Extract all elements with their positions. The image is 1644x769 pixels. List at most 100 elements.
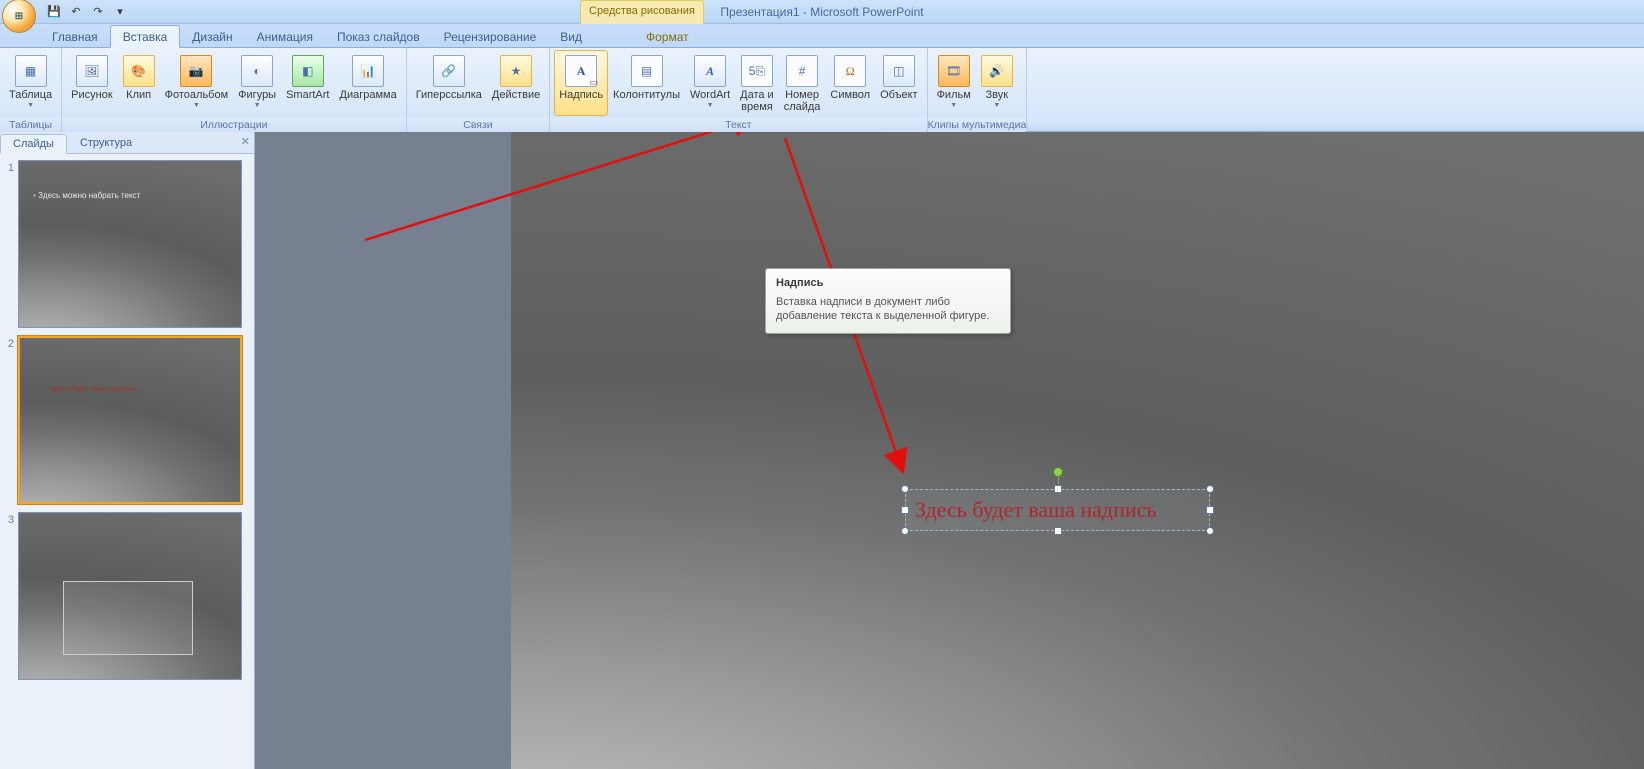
- office-button[interactable]: ⊞: [2, 0, 36, 33]
- movie-icon: 🎞: [938, 55, 970, 87]
- btn-symbol-label: Символ: [830, 89, 870, 101]
- btn-hyperlink-label: Гиперссылка: [416, 89, 482, 101]
- thumb-placeholder-box: [63, 581, 193, 655]
- dropdown-arrow-icon: ▼: [950, 102, 957, 109]
- tab-view[interactable]: Вид: [548, 26, 594, 47]
- hyperlink-icon: 🔗: [433, 55, 465, 87]
- thumb-row[interactable]: 1 ▪ Здесь можно набрать текст: [4, 160, 250, 328]
- picture-icon: 🖼: [76, 55, 108, 87]
- btn-action-label: Действие: [492, 89, 540, 101]
- qat-save-icon[interactable]: 💾: [44, 2, 64, 22]
- group-illustrations-label: Иллюстрации: [62, 118, 406, 133]
- panel-tab-outline[interactable]: Структура: [67, 133, 145, 153]
- thumb-number: 3: [4, 512, 18, 680]
- tab-review[interactable]: Рецензирование: [432, 26, 549, 47]
- panel-tabs: Слайды Структура ✕: [0, 132, 254, 154]
- resize-handle-n[interactable]: [1054, 485, 1062, 493]
- sound-icon: 🔊: [981, 55, 1013, 87]
- tab-design[interactable]: Дизайн: [180, 26, 244, 47]
- btn-wordart-label: WordArt: [690, 89, 730, 101]
- btn-headerfooter[interactable]: ▤ Колонтитулы: [608, 50, 685, 116]
- slide-editor[interactable]: Здесь будет ваша надпись Надпись Вставка…: [255, 132, 1644, 769]
- slide-thumbnail-2[interactable]: Здесь будет ваша надпись: [18, 336, 242, 504]
- qat-redo-icon[interactable]: ↷: [88, 2, 108, 22]
- tab-slideshow[interactable]: Показ слайдов: [325, 26, 432, 47]
- shapes-icon: ◐: [241, 55, 273, 87]
- btn-wordart[interactable]: A WordArt ▼: [685, 50, 735, 116]
- resize-handle-ne[interactable]: [1206, 485, 1214, 493]
- thumb-row[interactable]: 2 Здесь будет ваша надпись: [4, 336, 250, 504]
- dropdown-arrow-icon: ▼: [193, 102, 200, 109]
- thumb-number: 2: [4, 336, 18, 504]
- btn-table[interactable]: ▦ Таблица ▼: [4, 50, 57, 116]
- qat-undo-icon[interactable]: ↶: [66, 2, 86, 22]
- btn-sound[interactable]: 🔊 Звук ▼: [976, 50, 1018, 116]
- textbox-text[interactable]: Здесь будет ваша надпись: [915, 497, 1156, 523]
- textbox-selection[interactable]: Здесь будет ваша надпись: [905, 489, 1210, 531]
- btn-album[interactable]: 📷 Фотоальбом ▼: [160, 50, 234, 116]
- group-media-label: Клипы мультимедиа: [928, 118, 1027, 133]
- thumb-row[interactable]: 3: [4, 512, 250, 680]
- resize-handle-sw[interactable]: [901, 527, 909, 535]
- panel-close-icon[interactable]: ✕: [241, 135, 250, 148]
- slide-background: [511, 132, 1644, 769]
- btn-headerfooter-label: Колонтитулы: [613, 89, 680, 101]
- btn-sound-label: Звук: [986, 89, 1009, 101]
- btn-hyperlink[interactable]: 🔗 Гиперссылка: [411, 50, 487, 116]
- table-icon: ▦: [15, 55, 47, 87]
- btn-table-label: Таблица: [9, 89, 52, 101]
- thumb-number: 1: [4, 160, 18, 328]
- group-media: 🎞 Фильм ▼ 🔊 Звук ▼ Клипы мультимедиа: [928, 48, 1028, 131]
- btn-chart[interactable]: 📊 Диаграмма: [335, 50, 402, 116]
- tab-format[interactable]: Формат: [634, 26, 701, 47]
- qat-customize-icon[interactable]: ▾: [110, 2, 130, 22]
- tab-home[interactable]: Главная: [40, 26, 110, 47]
- resize-handle-e[interactable]: [1206, 506, 1214, 514]
- slide-thumbnail-1[interactable]: ▪ Здесь можно набрать текст: [18, 160, 242, 328]
- album-icon: 📷: [180, 55, 212, 87]
- btn-shapes-label: Фигуры: [238, 89, 276, 101]
- rotate-handle[interactable]: [1053, 467, 1063, 477]
- slide-thumbnail-3[interactable]: [18, 512, 242, 680]
- dropdown-arrow-icon: ▼: [707, 102, 714, 109]
- group-text-label: Текст: [550, 118, 926, 133]
- btn-clip[interactable]: 🎨 Клип: [118, 50, 160, 116]
- btn-object[interactable]: ◫ Объект: [875, 50, 922, 116]
- btn-slidenumber[interactable]: # Номер слайда: [779, 50, 826, 116]
- tab-insert[interactable]: Вставка: [110, 25, 181, 48]
- ribbon-tabs: Главная Вставка Дизайн Анимация Показ сл…: [0, 24, 1644, 48]
- btn-textbox-label: Надпись: [559, 89, 603, 101]
- group-links-label: Связи: [407, 118, 550, 133]
- headerfooter-icon: ▤: [631, 55, 663, 87]
- btn-symbol[interactable]: Ω Символ: [825, 50, 875, 116]
- contextual-tab-label: Средства рисования: [580, 0, 704, 24]
- dropdown-arrow-icon: ▼: [993, 102, 1000, 109]
- quick-access-toolbar: 💾 ↶ ↷ ▾: [44, 2, 130, 22]
- btn-datetime[interactable]: 5⎘ Дата и время: [735, 50, 779, 116]
- slide-panel: Слайды Структура ✕ 1 ▪ Здесь можно набра…: [0, 132, 255, 769]
- btn-textbox[interactable]: A▭ Надпись: [554, 50, 608, 116]
- resize-handle-w[interactable]: [901, 506, 909, 514]
- resize-handle-s[interactable]: [1054, 527, 1062, 535]
- btn-movie[interactable]: 🎞 Фильм ▼: [932, 50, 976, 116]
- btn-movie-label: Фильм: [937, 89, 971, 101]
- btn-smartart[interactable]: ◧ SmartArt: [281, 50, 334, 116]
- thumb-text: Здесь будет ваша надпись: [50, 386, 137, 393]
- action-icon: ★: [500, 55, 532, 87]
- group-illustrations: 🖼 Рисунок 🎨 Клип 📷 Фотоальбом ▼ ◐ Фигуры…: [62, 48, 407, 131]
- btn-album-label: Фотоальбом: [165, 89, 229, 101]
- tab-animation[interactable]: Анимация: [245, 26, 325, 47]
- smartart-icon: ◧: [292, 55, 324, 87]
- group-links: 🔗 Гиперссылка ★ Действие Связи: [407, 48, 551, 131]
- dropdown-arrow-icon: ▼: [27, 102, 34, 109]
- btn-datetime-label: Дата и время: [740, 89, 774, 113]
- thumbnail-list[interactable]: 1 ▪ Здесь можно набрать текст 2 Здесь бу…: [0, 154, 254, 769]
- panel-tab-slides[interactable]: Слайды: [0, 134, 67, 154]
- btn-action[interactable]: ★ Действие: [487, 50, 545, 116]
- resize-handle-se[interactable]: [1206, 527, 1214, 535]
- tooltip-body: Вставка надписи в документ либо добавлен…: [776, 295, 1000, 323]
- btn-shapes[interactable]: ◐ Фигуры ▼: [233, 50, 281, 116]
- current-slide[interactable]: [511, 132, 1644, 769]
- resize-handle-nw[interactable]: [901, 485, 909, 493]
- btn-picture[interactable]: 🖼 Рисунок: [66, 50, 118, 116]
